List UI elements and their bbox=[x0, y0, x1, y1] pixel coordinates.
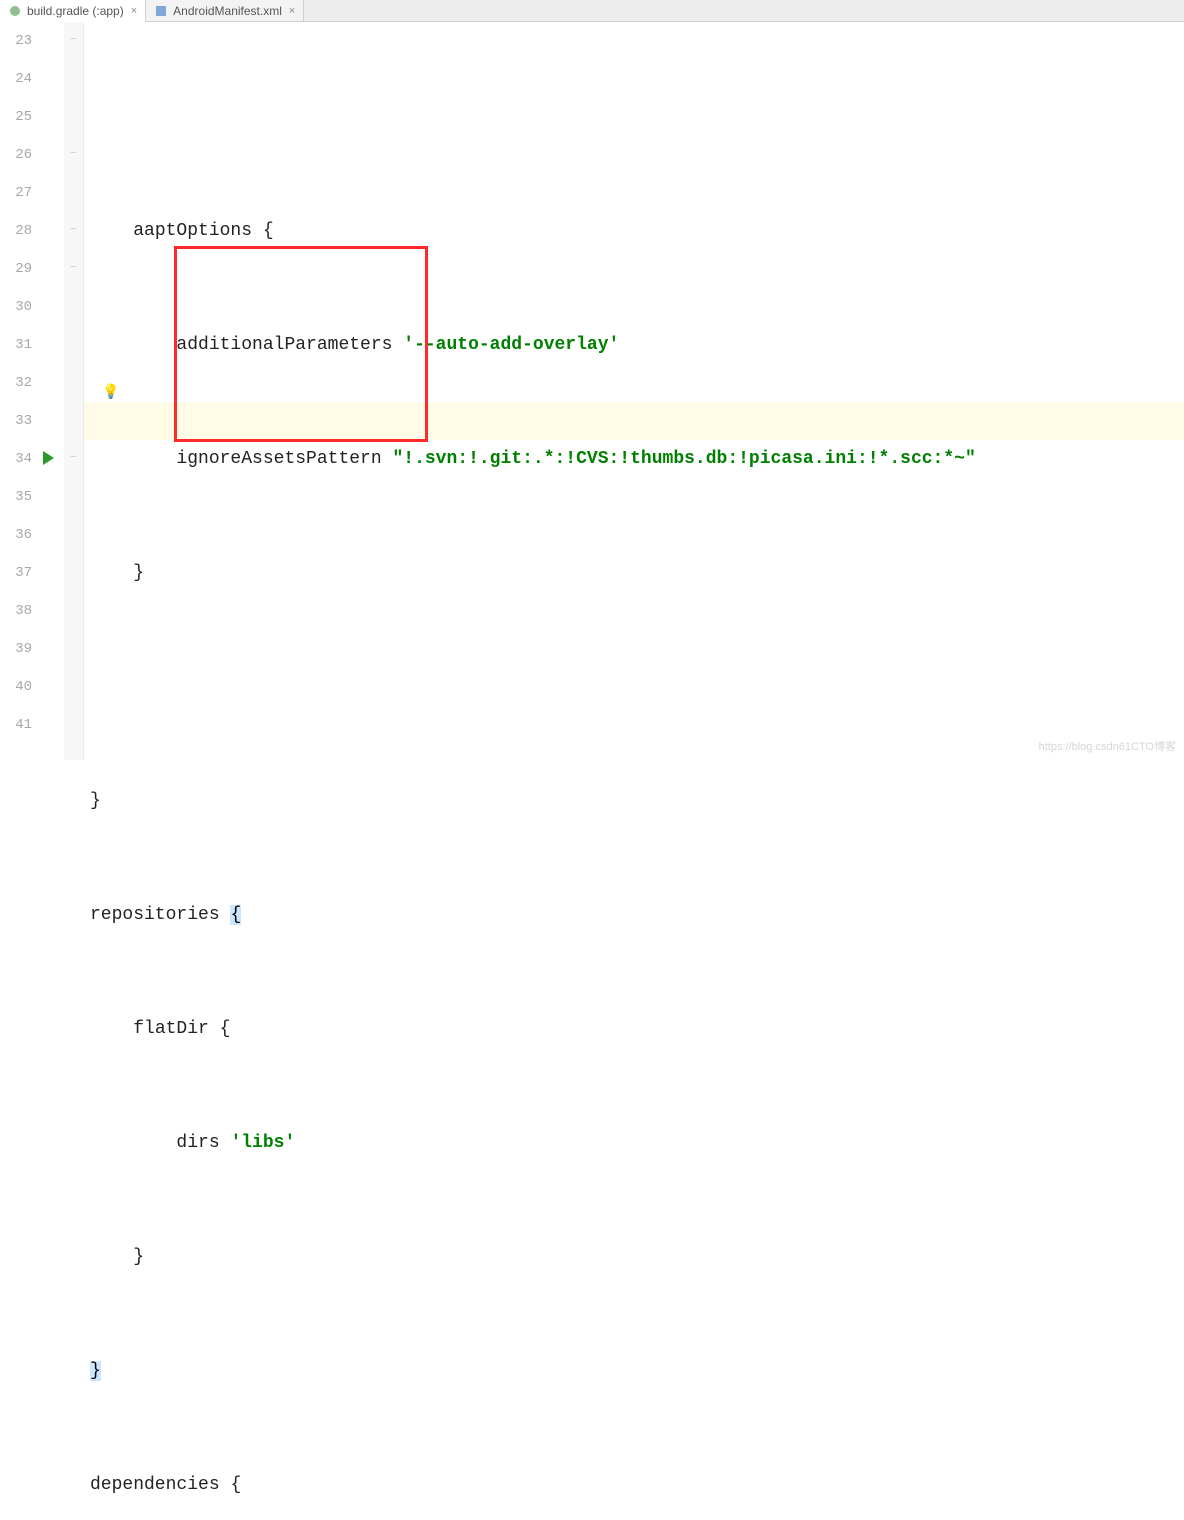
fold-gutter: − − − − − bbox=[64, 22, 84, 760]
gradle-file-icon bbox=[8, 4, 22, 18]
line-number: 25 bbox=[0, 98, 32, 136]
line-number: 33 bbox=[0, 402, 32, 440]
code-line[interactable]: } bbox=[90, 1352, 1184, 1390]
line-number: 29 bbox=[0, 250, 32, 288]
code-line[interactable]: repositories { bbox=[90, 896, 1184, 934]
tab-label: AndroidManifest.xml bbox=[173, 4, 282, 18]
line-number: 38 bbox=[0, 592, 32, 630]
line-number: 24 bbox=[0, 60, 32, 98]
line-number: 37 bbox=[0, 554, 32, 592]
fold-toggle-icon[interactable]: − bbox=[66, 452, 80, 466]
code-line[interactable]: } bbox=[90, 1238, 1184, 1276]
current-line-highlight bbox=[84, 402, 1184, 440]
line-number: 28 bbox=[0, 212, 32, 250]
xml-file-icon bbox=[154, 4, 168, 18]
line-number: 35 bbox=[0, 478, 32, 516]
line-number: 40 bbox=[0, 668, 32, 706]
code-line[interactable]: aaptOptions { bbox=[90, 212, 1184, 250]
intention-bulb-icon[interactable]: 💡 bbox=[102, 374, 119, 412]
line-number: 32 bbox=[0, 364, 32, 402]
code-line[interactable]: } bbox=[90, 554, 1184, 592]
close-icon[interactable]: × bbox=[129, 5, 137, 17]
watermark: https://blog.csdn61CTO博客 bbox=[1039, 738, 1176, 754]
code-line[interactable]: dependencies { bbox=[90, 1466, 1184, 1504]
line-number: 41 bbox=[0, 706, 32, 744]
tab-label: build.gradle (:app) bbox=[27, 4, 124, 18]
line-number: 26 bbox=[0, 136, 32, 174]
line-number: 31 bbox=[0, 326, 32, 364]
fold-toggle-icon[interactable]: − bbox=[66, 148, 80, 162]
close-icon[interactable]: × bbox=[287, 5, 295, 17]
line-number: 27 bbox=[0, 174, 32, 212]
code-area[interactable]: aaptOptions { additionalParameters '--au… bbox=[84, 22, 1184, 760]
fold-toggle-icon[interactable]: − bbox=[66, 224, 80, 238]
fold-toggle-icon[interactable]: − bbox=[66, 34, 80, 48]
line-number: 36 bbox=[0, 516, 32, 554]
run-line-icon[interactable] bbox=[43, 451, 54, 465]
code-line[interactable]: } bbox=[90, 782, 1184, 820]
editor-tabbar: build.gradle (:app) × AndroidManifest.xm… bbox=[0, 0, 1184, 22]
code-editor[interactable]: 23 24 25 26 27 28 29 30 31 32 33 34 35 3… bbox=[0, 22, 1184, 760]
fold-toggle-icon[interactable]: − bbox=[66, 262, 80, 276]
run-gutter bbox=[38, 22, 64, 760]
line-number: 23 bbox=[0, 22, 32, 60]
code-line[interactable]: additionalParameters '--auto-add-overlay… bbox=[90, 326, 1184, 364]
tab-android-manifest[interactable]: AndroidManifest.xml × bbox=[146, 0, 304, 21]
code-line[interactable]: flatDir { bbox=[90, 1010, 1184, 1048]
code-line[interactable] bbox=[90, 668, 1184, 706]
line-number: 30 bbox=[0, 288, 32, 326]
code-line[interactable]: dirs 'libs' bbox=[90, 1124, 1184, 1162]
line-number: 39 bbox=[0, 630, 32, 668]
tab-build-gradle[interactable]: build.gradle (:app) × bbox=[0, 0, 146, 22]
line-number-gutter: 23 24 25 26 27 28 29 30 31 32 33 34 35 3… bbox=[0, 22, 38, 760]
code-line[interactable]: ignoreAssetsPattern "!.svn:!.git:.*:!CVS… bbox=[90, 440, 1184, 478]
line-number: 34 bbox=[0, 440, 32, 478]
